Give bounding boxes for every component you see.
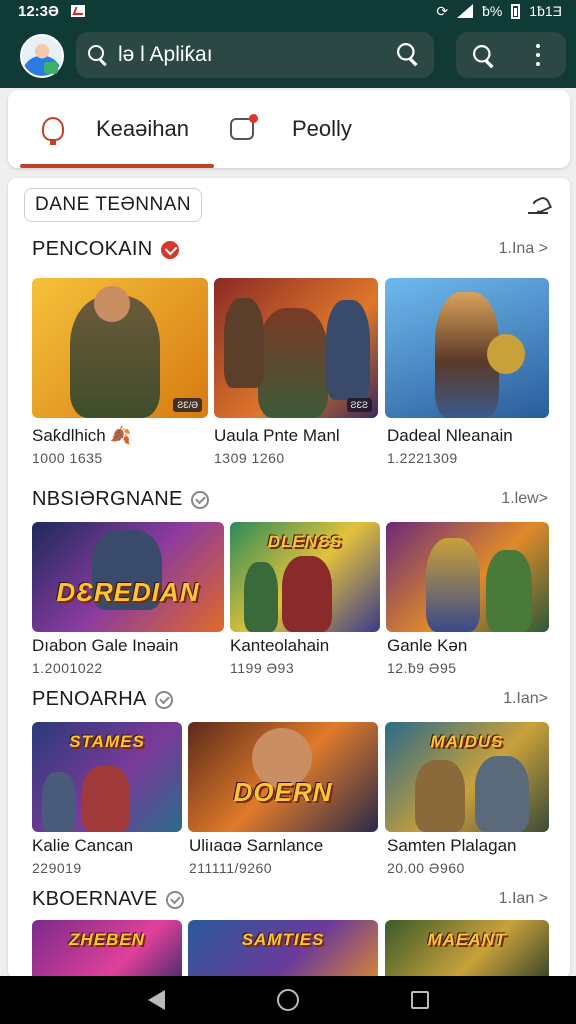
game-thumbnail[interactable]: MAIDUS — [385, 722, 549, 832]
section-1: NBSIƏRGNANE 1.lew> DƐREDIAN Dıabon Gale … — [8, 488, 570, 688]
gmail-notification-icon — [70, 5, 85, 17]
section-2: PENOARHA 1.Ian> STAMES Kalie Cancan 2290… — [8, 688, 570, 888]
game-subtitle: 20.00 Ə960 — [387, 860, 465, 876]
tab-label: Peolly — [292, 116, 352, 141]
actions-group — [456, 32, 566, 78]
game-subtitle: 12.ƀ9 Ə95 — [387, 660, 457, 676]
game-subtitle: 1309 1260 — [214, 450, 285, 466]
tab-label: Keaəihan — [96, 116, 189, 141]
section-3: KBOERNAVE 1.Ian > ZHEBEN SAMTIES MAEANT — [8, 888, 570, 978]
battery-percent: ƀ% — [482, 3, 503, 19]
game-tag: ƧƐƧ — [346, 398, 372, 412]
status-bar: 12:3Ə ⟳ ƀ% 1ƀ1Ǝ — [0, 0, 576, 22]
game-logo: MAIDUS — [430, 732, 504, 751]
active-tab-indicator — [20, 164, 214, 168]
section-title: PENOARHA — [32, 688, 173, 711]
section-more-link[interactable]: 1.lew> — [501, 490, 548, 508]
game-thumbnail[interactable]: DOERN — [188, 722, 378, 832]
game-logo: DOERN — [233, 777, 333, 807]
game-thumbnail[interactable]: ZHEBEN — [32, 920, 182, 978]
game-title[interactable]: Samten Plalagan — [387, 836, 516, 856]
recents-icon[interactable] — [411, 991, 429, 1009]
filter-chip[interactable]: DANE TEƏNNAN — [24, 188, 203, 222]
verified-badge-icon — [165, 890, 184, 909]
battery-icon — [511, 3, 521, 19]
app-bar: lə l Apliƙaı — [0, 22, 576, 88]
game-thumbnail[interactable] — [386, 522, 549, 632]
game-thumbnail[interactable]: MAEANT — [385, 920, 549, 978]
game-thumbnail[interactable]: SAMTIES — [188, 920, 378, 978]
game-logo: MAEANT — [427, 930, 507, 949]
section-title-text: PENCOKAIN — [32, 238, 153, 260]
verified-badge-icon — [190, 490, 209, 509]
game-tag: ƧƐ/Ə — [173, 398, 202, 412]
section-title: PENCOKAIN — [32, 238, 179, 261]
section-title-text: NBSIƏRGNANE — [32, 488, 183, 510]
game-thumbnail[interactable]: ƧƐ/Ə — [32, 278, 208, 418]
section-title-text: PENOARHA — [32, 688, 147, 710]
section-title: NBSIƏRGNANE — [32, 488, 209, 511]
section-title-text: KBOERNAVE — [32, 888, 158, 910]
game-thumbnail[interactable]: ƧƐƧ — [214, 278, 378, 418]
status-right: ⟳ ƀ% 1ƀ1Ǝ — [436, 3, 562, 20]
section-more-link[interactable]: 1.Ian > — [499, 890, 548, 908]
game-thumbnail[interactable]: DƐREDIAN — [32, 522, 224, 632]
game-subtitle: 1.2001022 — [32, 660, 103, 676]
tab-1[interactable]: Peolly — [230, 90, 352, 168]
section-more-link[interactable]: 1.Ian> — [503, 690, 548, 708]
game-logo: STAMES — [69, 732, 145, 751]
game-title[interactable]: Uliıaɑə Sarnlance — [189, 836, 323, 856]
search-icon — [88, 45, 108, 65]
game-subtitle: 211111/9260 — [189, 860, 273, 876]
game-logo: DLENƐS — [267, 532, 343, 551]
search-input[interactable]: lə l Apliƙaı — [76, 32, 434, 78]
edit-icon[interactable] — [528, 196, 548, 214]
game-title[interactable]: Dıabon Gale Inəain — [32, 636, 179, 656]
game-subtitle: 1199 Ə93 — [230, 660, 295, 676]
content-card: DANE TEƏNNAN PENCOKAIN 1.Ina > ƧƐ/Ə Saƙd… — [8, 178, 570, 978]
game-subtitle: 1000 1635 — [32, 450, 103, 466]
game-subtitle: 1.2221309 — [387, 450, 458, 466]
chat-icon — [230, 114, 258, 140]
back-icon[interactable] — [148, 990, 165, 1010]
game-logo: SAMTIES — [241, 930, 325, 949]
game-thumbnail[interactable]: DLENƐS — [230, 522, 380, 632]
section-title: KBOERNAVE — [32, 888, 184, 911]
game-thumbnail[interactable] — [385, 278, 549, 418]
game-subtitle: 229019 — [32, 860, 82, 876]
game-title[interactable]: Kanteolahain — [230, 636, 329, 656]
signal-icon — [457, 4, 474, 18]
game-title[interactable]: Uaula Pnte Manl — [214, 426, 340, 446]
search-text: lə l Apliƙaı — [118, 43, 213, 66]
search-submit-icon[interactable] — [397, 43, 419, 65]
system-nav-bar — [0, 976, 576, 1024]
avatar[interactable] — [20, 34, 64, 78]
verified-badge-icon — [154, 690, 173, 709]
game-title[interactable]: Ganle Kən — [387, 636, 467, 656]
section-0: PENCOKAIN 1.Ina > ƧƐ/Ə Saƙdlhich 🍂 1000 … — [8, 238, 570, 468]
tab-bar: Keaəihan Peolly — [8, 90, 570, 168]
game-logo: ZHEBEN — [69, 930, 145, 949]
home-icon[interactable] — [277, 989, 299, 1011]
more-vert-icon[interactable] — [536, 44, 540, 66]
status-time: 12:3Ə — [18, 2, 59, 20]
game-thumbnail[interactable]: STAMES — [32, 722, 182, 832]
game-title[interactable]: Kalie Cancan — [32, 836, 133, 856]
verified-badge-icon — [160, 240, 179, 259]
game-logo: DƐREDIAN — [56, 577, 200, 607]
sync-icon: ⟳ — [436, 2, 449, 19]
game-title[interactable]: Dadeal Nleanain — [387, 426, 513, 446]
alert-icon — [42, 117, 64, 145]
game-title[interactable]: Saƙdlhich 🍂 — [32, 426, 132, 446]
section-more-link[interactable]: 1.Ina > — [499, 240, 548, 258]
tab-0[interactable]: Keaəihan — [20, 90, 214, 168]
status-extra: 1ƀ1Ǝ — [529, 3, 562, 19]
